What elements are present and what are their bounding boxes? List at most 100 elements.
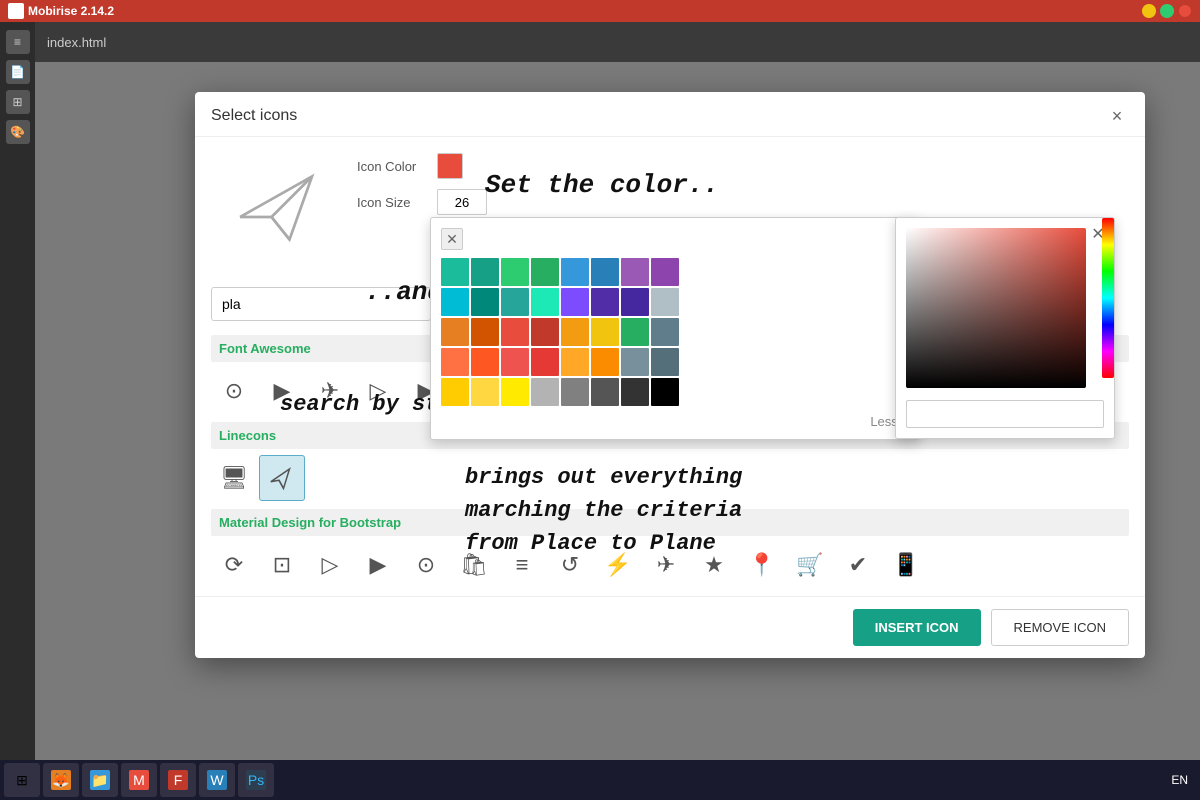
palette-color-cell[interactable] [501,348,529,376]
app-title: Mobirise 2.14.2 [28,4,114,18]
sidebar-style-icon[interactable]: 🎨 [6,120,30,144]
taskbar-explorer[interactable]: 📁 [82,763,118,797]
insert-icon-button[interactable]: INSERT ICON [853,609,981,646]
icon-item[interactable]: ✔ [835,542,881,588]
taskbar-word[interactable]: W [199,763,235,797]
remove-icon-button[interactable]: REMOVE ICON [991,609,1129,646]
palette-color-cell[interactable] [591,258,619,286]
palette-color-cell[interactable] [471,378,499,406]
icon-item[interactable]: ⊙ [211,368,257,414]
palette-color-cell[interactable] [621,258,649,286]
icon-item[interactable]: ✈ [307,368,353,414]
palette-color-cell[interactable] [441,258,469,286]
icon-item[interactable]: 📱 [883,542,929,588]
sidebar-components-icon[interactable]: ⊞ [6,90,30,114]
palette-color-cell[interactable] [591,378,619,406]
maximize-button[interactable] [1160,4,1174,18]
palette-color-cell[interactable] [591,318,619,346]
palette-color-cell[interactable] [471,348,499,376]
palette-color-cell[interactable] [531,378,559,406]
palette-color-cell[interactable] [651,318,679,346]
modal-close-button[interactable]: × [1105,104,1129,128]
sidebar-menu-icon[interactable]: ≡ [6,30,30,54]
icon-item[interactable]: ▷ [355,368,401,414]
palette-color-cell[interactable] [561,378,589,406]
palette-color-cell[interactable] [651,348,679,376]
palette-color-cell[interactable] [651,258,679,286]
taskbar-firefox[interactable]: 🦊 [43,763,79,797]
palette-color-cell[interactable] [531,258,559,286]
icon-item[interactable]: ⊡ [259,542,305,588]
palette-color-cell[interactable] [471,288,499,316]
firefox-icon: 🦊 [51,770,71,790]
palette-color-cell[interactable] [501,258,529,286]
palette-color-cell[interactable] [471,258,499,286]
photoshop-icon: Ps [246,770,266,790]
hue-slider[interactable] [1102,218,1114,378]
icon-item[interactable]: ≡ [499,542,545,588]
palette-color-cell[interactable] [441,378,469,406]
hex-color-input[interactable] [906,400,1104,428]
size-control-row: Icon Size [357,189,1129,215]
palette-color-cell[interactable] [621,378,649,406]
palette-color-cell[interactable] [561,258,589,286]
search-input[interactable] [211,287,431,321]
palette-color-cell[interactable] [591,348,619,376]
filezilla-icon: F [168,770,188,790]
icon-item[interactable]: ⊙ [403,542,449,588]
icon-item[interactable]: ⚡ [595,542,641,588]
icon-item[interactable]: ⟳ [211,542,257,588]
minimize-button[interactable] [1142,4,1156,18]
titlebar-controls [1142,4,1192,18]
modal-title: Select icons [211,107,297,125]
app-icon [8,3,24,19]
material-icons: ⟳ ⊡ ▷ ▶ ⊙ 🛍 ≡ ↺ ⚡ ✈ ★ 📍 🛒 ✔ � [211,542,1129,588]
palette-color-cell[interactable] [561,318,589,346]
palette-color-cell[interactable] [621,288,649,316]
palette-color-cell[interactable] [441,348,469,376]
color-popup-close-button[interactable]: ✕ [441,228,463,250]
icon-item[interactable]: ▶ [259,368,305,414]
linecons-icons: 🖥 [211,455,1129,501]
palette-color-cell[interactable] [501,318,529,346]
spectrum-gradient[interactable] [906,228,1086,388]
palette-color-cell[interactable] [501,378,529,406]
icon-item[interactable]: ✈ [643,542,689,588]
taskbar-photoshop[interactable]: Ps [238,763,274,797]
sidebar-pages-icon[interactable]: 📄 [6,60,30,84]
modal-footer: INSERT ICON REMOVE ICON [195,596,1145,658]
palette-color-cell[interactable] [531,348,559,376]
palette-color-cell[interactable] [531,318,559,346]
icon-item[interactable]: ★ [691,542,737,588]
icon-item-selected[interactable] [259,455,305,501]
size-label: Icon Size [357,195,427,210]
color-picker-button[interactable] [437,153,463,179]
sidebar: ≡ 📄 ⊞ 🎨 [0,22,35,760]
size-input[interactable] [437,189,487,215]
icon-item[interactable]: 🖥 [211,455,257,501]
taskbar-mobirise[interactable]: M [121,763,157,797]
palette-color-cell[interactable] [531,288,559,316]
taskbar-filezilla[interactable]: F [160,763,196,797]
palette-color-cell[interactable] [561,348,589,376]
palette-color-cell[interactable] [441,318,469,346]
palette-color-cell[interactable] [651,288,679,316]
icon-item[interactable]: ↺ [547,542,593,588]
palette-color-cell[interactable] [561,288,589,316]
palette-color-cell[interactable] [501,288,529,316]
taskbar-start[interactable]: ⊞ [4,763,40,797]
icon-item[interactable]: ▷ [307,542,353,588]
icon-item[interactable]: ▶ [355,542,401,588]
palette-color-cell[interactable] [621,348,649,376]
icon-item[interactable]: 🛍 [451,542,497,588]
palette-color-cell[interactable] [471,318,499,346]
icon-item[interactable]: 📍 [739,542,785,588]
palette-color-cell[interactable] [651,378,679,406]
color-label: Icon Color [357,159,427,174]
palette-color-cell[interactable] [441,288,469,316]
icon-item[interactable]: 🛒 [787,542,833,588]
app-close-button[interactable] [1178,4,1192,18]
color-grid [441,258,909,406]
palette-color-cell[interactable] [591,288,619,316]
palette-color-cell[interactable] [621,318,649,346]
